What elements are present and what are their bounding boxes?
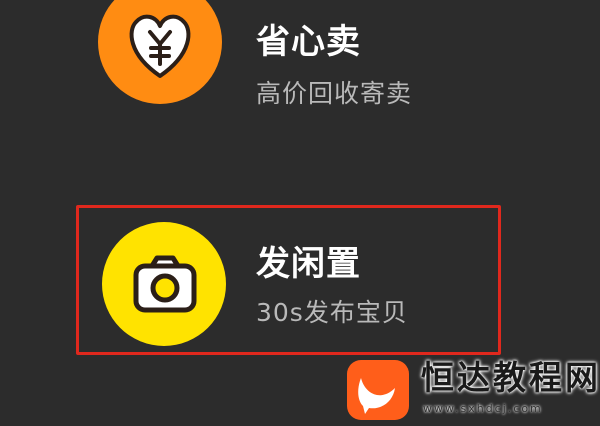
menu-item-sell[interactable]: 省心卖 高价回收寄卖 xyxy=(0,0,600,120)
sell-title: 省心卖 xyxy=(256,22,361,62)
post-subtitle: 30s发布宝贝 xyxy=(256,298,408,327)
heart-yuan-icon xyxy=(129,14,191,78)
sell-subtitle: 高价回收寄卖 xyxy=(256,79,413,108)
watermark-url: www.sxhdcj.com xyxy=(423,402,543,415)
site-watermark: 恒达教程网 www.sxhdcj.com xyxy=(343,358,598,422)
publish-menu-screen: 省心卖 高价回收寄卖 发闲置 30s发布宝贝 恒达教程网 www.sxhdcj.… xyxy=(0,0,600,426)
menu-item-post-idle[interactable]: 发闲置 30s发布宝贝 xyxy=(0,210,600,350)
post-icon-circle xyxy=(102,222,226,346)
chat-bubble-logo-icon xyxy=(358,378,395,414)
watermark-site-name: 恒达教程网 xyxy=(421,358,600,397)
post-title: 发闲置 xyxy=(256,244,361,284)
watermark-logo xyxy=(347,360,409,420)
camera-icon xyxy=(133,255,197,313)
sell-icon-circle xyxy=(98,0,222,104)
